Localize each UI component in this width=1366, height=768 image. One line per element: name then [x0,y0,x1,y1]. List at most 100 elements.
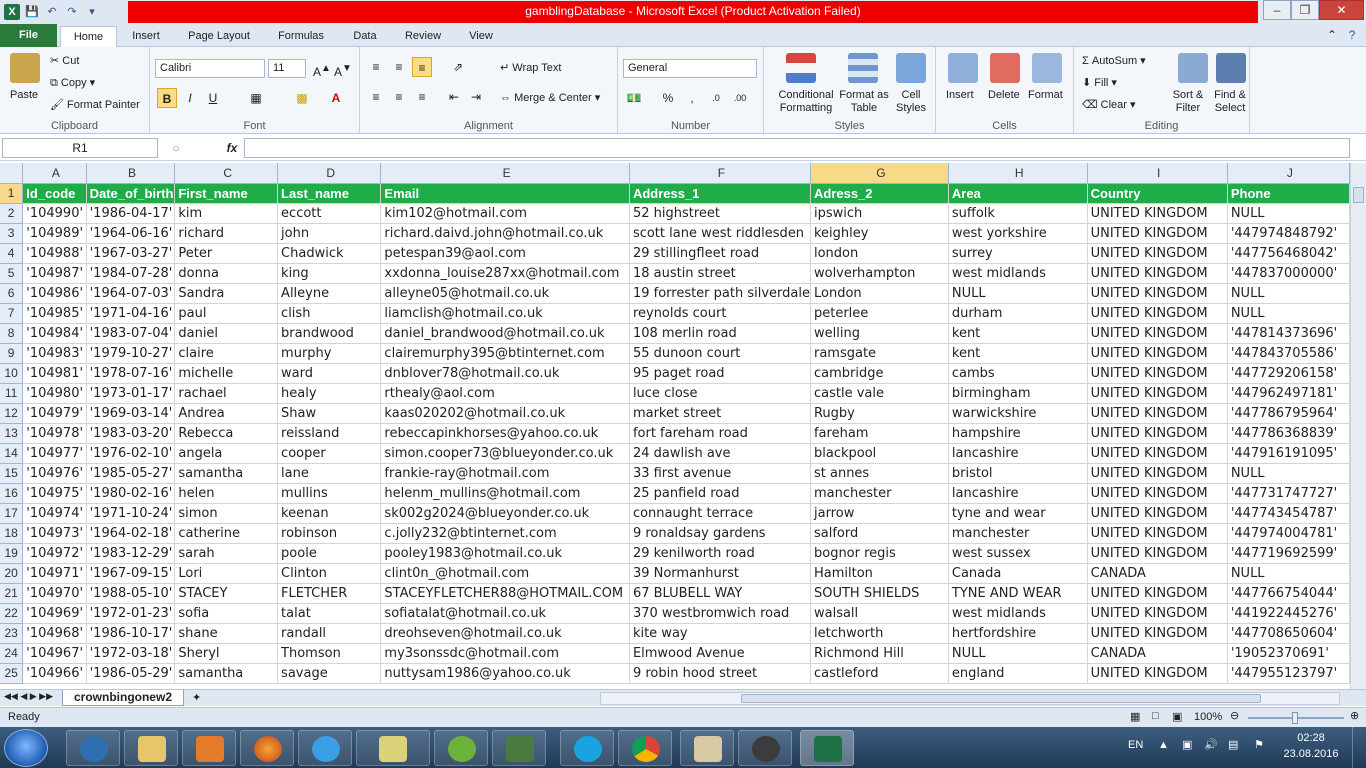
table-cell[interactable]: '447974848792' [1227,223,1350,244]
table-cell[interactable]: london [810,243,949,264]
row-header[interactable]: 4 [0,243,24,264]
row-header[interactable]: 13 [0,423,24,444]
clock-date[interactable]: 23.08.2016 [1280,748,1342,760]
table-cell[interactable]: '1964-07-03' [86,283,176,304]
table-cell[interactable]: UNITED KINGDOM [1087,263,1228,284]
taskbar-item-media[interactable] [182,730,236,766]
row-header[interactable]: 24 [0,643,24,664]
table-cell[interactable]: Peter [174,243,279,264]
table-cell[interactable]: UNITED KINGDOM [1087,423,1228,444]
table-cell[interactable]: angela [174,443,279,464]
table-cell[interactable]: '104971' [22,563,87,584]
header-cell[interactable]: Date_of_birth [86,183,176,204]
table-cell[interactable]: 18 austin street [629,263,811,284]
row-header[interactable]: 2 [0,203,24,224]
col-header-e[interactable]: E [380,163,630,184]
table-cell[interactable]: reissland [277,423,382,444]
table-cell[interactable]: '1979-10-27' [86,343,176,364]
table-cell[interactable]: donna [174,263,279,284]
table-cell[interactable]: '1983-12-29' [86,543,176,564]
table-cell[interactable]: poole [277,543,382,564]
horizontal-scrollbar[interactable] [600,692,1340,705]
sheet-nav-icon[interactable]: ◀◀ ◀ ▶ ▶▶ [4,691,53,702]
table-cell[interactable]: sk002g2024@blueyonder.co.uk [380,503,630,524]
table-cell[interactable]: frankie-ray@hotmail.com [380,463,630,484]
currency-icon[interactable]: 💵 [624,88,644,108]
table-cell[interactable]: '447729206158' [1227,363,1350,384]
table-cell[interactable]: NULL [1227,563,1350,584]
table-cell[interactable]: sofia [174,603,279,624]
table-cell[interactable]: catherine [174,523,279,544]
table-cell[interactable]: alleyne05@hotmail.co.uk [380,283,630,304]
col-header-h[interactable]: H [948,163,1088,184]
header-cell[interactable]: Area [948,183,1088,204]
table-cell[interactable]: fareham [810,423,949,444]
table-cell[interactable]: '447766754044' [1227,583,1350,604]
header-cell[interactable]: Country [1087,183,1228,204]
table-cell[interactable]: '1986-05-29' [86,663,176,684]
table-cell[interactable]: '1983-03-20' [86,423,176,444]
table-cell[interactable]: 9 robin hood street [629,663,811,684]
binoculars-icon[interactable] [1216,53,1246,83]
borders-icon[interactable]: ▦ [246,88,266,108]
table-cell[interactable]: west midlands [948,263,1088,284]
col-header-i[interactable]: I [1087,163,1228,184]
taskbar-item-utorrent[interactable] [434,730,488,766]
table-cell[interactable]: '104980' [22,383,87,404]
table-cell[interactable]: dreohseven@hotmail.co.uk [380,623,630,644]
table-cell[interactable]: nuttysam1986@yahoo.co.uk [380,663,630,684]
table-cell[interactable]: walsall [810,603,949,624]
table-cell[interactable]: my3sonssdc@hotmail.com [380,643,630,664]
table-cell[interactable]: UNITED KINGDOM [1087,523,1228,544]
network-icon[interactable]: ▤ [1228,738,1238,751]
table-cell[interactable]: luce close [629,383,811,404]
table-cell[interactable]: '447731747727' [1227,483,1350,504]
table-cell[interactable]: UNITED KINGDOM [1087,623,1228,644]
increase-indent-icon[interactable]: ⇥ [466,87,486,107]
table-cell[interactable]: '447756468042' [1227,243,1350,264]
table-cell[interactable]: '104970' [22,583,87,604]
taskbar-item-app[interactable] [492,730,546,766]
zoom-out-icon[interactable]: ⊖ [1230,709,1239,722]
decrease-decimal-icon[interactable]: .00 [730,88,750,108]
table-cell[interactable]: 9 ronaldsay gardens [629,523,811,544]
table-cell[interactable]: tyne and wear [948,503,1088,524]
table-cell[interactable]: lancashire [948,483,1088,504]
table-cell[interactable]: '447786795964' [1227,403,1350,424]
taskbar-item-chrome[interactable] [618,730,672,766]
table-cell[interactable]: CANADA [1087,643,1228,664]
table-cell[interactable]: dnblover78@hotmail.co.uk [380,363,630,384]
align-top-icon[interactable]: ≡ [366,57,386,77]
table-cell[interactable]: ward [277,363,382,384]
table-cell[interactable]: STACEY [174,583,279,604]
row-header[interactable]: 15 [0,463,24,484]
table-cell[interactable]: UNITED KINGDOM [1087,383,1228,404]
table-cell[interactable]: London [810,283,949,304]
tab-view[interactable]: View [460,26,502,47]
table-cell[interactable]: Shaw [277,403,382,424]
italic-button[interactable]: I [180,88,200,108]
view-page-break-icon[interactable]: ▣ [1172,710,1182,723]
table-cell[interactable]: rachael [174,383,279,404]
table-cell[interactable]: UNITED KINGDOM [1087,443,1228,464]
align-left-icon[interactable]: ≡ [366,87,386,107]
table-cell[interactable]: UNITED KINGDOM [1087,243,1228,264]
table-cell[interactable]: '1967-03-27' [86,243,176,264]
row-header[interactable]: 19 [0,543,24,564]
excel-icon[interactable]: X [4,4,20,20]
taskbar-item-firefox[interactable] [240,730,294,766]
table-cell[interactable]: kite way [629,623,811,644]
table-cell[interactable]: '104977' [22,443,87,464]
table-cell[interactable]: Rebecca [174,423,279,444]
table-cell[interactable]: Sandra [174,283,279,304]
table-cell[interactable]: UNITED KINGDOM [1087,483,1228,504]
clear-button[interactable]: ⌫ Clear ▾ [1082,98,1136,111]
table-cell[interactable]: claire [174,343,279,364]
table-cell[interactable]: st annes [810,463,949,484]
format-button[interactable]: Format [1028,89,1063,101]
table-cell[interactable]: scott lane west riddlesden [629,223,811,244]
table-cell[interactable]: UNITED KINGDOM [1087,283,1228,304]
paste-button[interactable]: Paste [10,89,38,101]
table-cell[interactable]: castleford [810,663,949,684]
table-cell[interactable]: '1983-07-04' [86,323,176,344]
